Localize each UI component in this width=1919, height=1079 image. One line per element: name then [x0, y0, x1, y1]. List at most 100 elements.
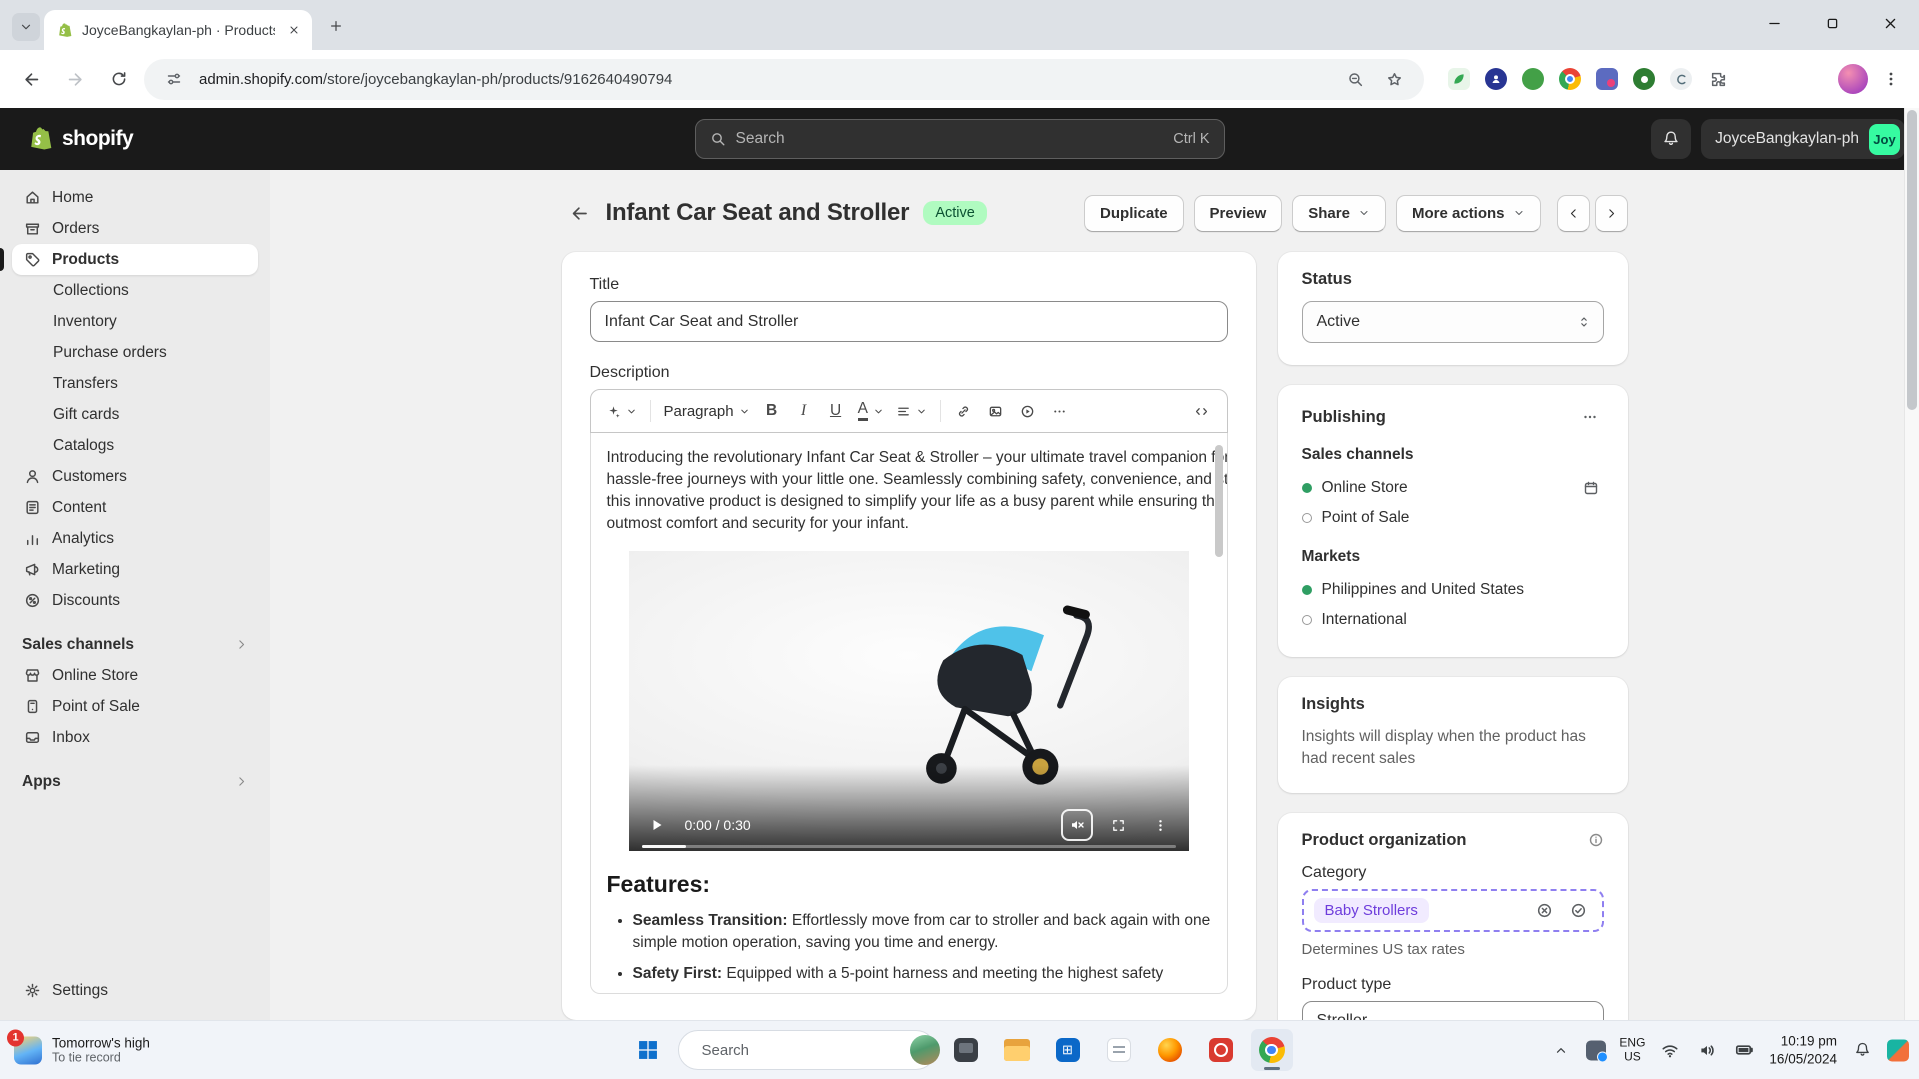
sidebar-item-content[interactable]: Content — [12, 492, 258, 523]
confirm-category-button[interactable] — [1566, 897, 1592, 923]
extension-icon[interactable] — [1444, 64, 1474, 94]
chrome-taskbar-button[interactable] — [1250, 1029, 1293, 1071]
insert-video-button[interactable] — [1013, 395, 1043, 427]
task-view-button[interactable] — [945, 1029, 987, 1071]
browser-reload-button[interactable] — [100, 60, 138, 98]
browser-forward-button[interactable] — [56, 60, 94, 98]
publishing-menu-button[interactable] — [1576, 403, 1604, 431]
more-actions-button[interactable]: More actions — [1395, 194, 1541, 232]
wifi-button[interactable] — [1658, 1038, 1682, 1062]
window-minimize-button[interactable] — [1745, 0, 1803, 46]
clear-category-button[interactable] — [1532, 897, 1558, 923]
admin-search-bar[interactable]: Ctrl K — [694, 119, 1225, 159]
category-tag[interactable]: Baby Strollers — [1313, 897, 1429, 923]
language-switcher[interactable]: ENG US — [1619, 1035, 1645, 1064]
sidebar-item-purchase-orders[interactable]: Purchase orders — [12, 337, 258, 368]
pinned-app-button[interactable] — [1200, 1029, 1242, 1071]
new-tab-button[interactable] — [320, 10, 352, 42]
schedule-button[interactable] — [1578, 475, 1604, 501]
start-button[interactable] — [627, 1029, 669, 1071]
notification-center-button[interactable] — [1850, 1038, 1874, 1062]
sidebar-item-inventory[interactable]: Inventory — [12, 306, 258, 337]
paragraph-style-dropdown[interactable]: Paragraph — [659, 395, 755, 427]
extension-icon[interactable] — [1666, 64, 1696, 94]
firefox-button[interactable] — [1149, 1029, 1191, 1071]
bold-button[interactable]: B — [757, 395, 787, 427]
extension-icon[interactable] — [1592, 64, 1622, 94]
video-menu-button[interactable] — [1147, 811, 1175, 839]
ai-assist-button[interactable] — [601, 395, 642, 427]
url-bar[interactable]: admin.shopify.com/store/joycebangkaylan-… — [144, 58, 1424, 100]
tab-close-button[interactable] — [284, 20, 304, 40]
tray-app-icon[interactable] — [1887, 1039, 1909, 1061]
zoom-indicator-button[interactable] — [1341, 65, 1369, 93]
sidebar-section-apps[interactable]: Apps — [12, 766, 258, 797]
sidebar-item-home[interactable]: Home — [12, 182, 258, 213]
play-button[interactable] — [643, 811, 671, 839]
fullscreen-button[interactable] — [1105, 811, 1133, 839]
sidebar-item-analytics[interactable]: Analytics — [12, 523, 258, 554]
sidebar-item-discounts[interactable]: Discounts — [12, 585, 258, 616]
site-settings-button[interactable] — [160, 65, 188, 93]
sidebar-item-inbox[interactable]: Inbox — [12, 722, 258, 753]
volume-button[interactable] — [1695, 1038, 1719, 1062]
window-maximize-button[interactable] — [1803, 0, 1861, 46]
sidebar-item-point-of-sale[interactable]: Point of Sale — [12, 691, 258, 722]
browser-back-button[interactable] — [12, 60, 50, 98]
mute-button[interactable] — [1060, 809, 1093, 841]
tray-app-icon[interactable] — [1586, 1040, 1609, 1062]
product-video-player[interactable]: 0:00 / 0:30 — [628, 551, 1189, 851]
product-type-input[interactable] — [1301, 1000, 1604, 1020]
sidebar-item-collections[interactable]: Collections — [12, 275, 258, 306]
product-title-input[interactable] — [589, 301, 1228, 342]
duplicate-button[interactable]: Duplicate — [1084, 194, 1184, 232]
share-button[interactable]: Share — [1292, 194, 1386, 232]
hidden-icons-button[interactable] — [1549, 1038, 1573, 1062]
previous-product-button[interactable] — [1556, 194, 1590, 232]
editor-scrollbar-thumb[interactable] — [1214, 445, 1223, 557]
extension-icon[interactable] — [1555, 64, 1585, 94]
description-editor-body[interactable]: Introducing the revolutionary Infant Car… — [589, 433, 1228, 994]
sidebar-item-settings[interactable]: Settings — [12, 975, 258, 1006]
sidebar-item-catalogs[interactable]: Catalogs — [12, 430, 258, 461]
browser-tab[interactable]: JoyceBangkaylan-ph · Products — [44, 10, 312, 50]
taskbar-search-input[interactable] — [701, 1041, 901, 1059]
sidebar-item-orders[interactable]: Orders — [12, 213, 258, 244]
bookmark-button[interactable] — [1380, 65, 1408, 93]
sidebar-item-transfers[interactable]: Transfers — [12, 368, 258, 399]
admin-search-input[interactable] — [735, 130, 1164, 148]
sidebar-item-marketing[interactable]: Marketing — [12, 554, 258, 585]
taskbar-clock[interactable]: 10:19 pm 16/05/2024 — [1769, 1032, 1837, 1067]
sidebar-item-gift-cards[interactable]: Gift cards — [12, 399, 258, 430]
page-scrollbar[interactable] — [1904, 108, 1919, 1020]
taskbar-search[interactable] — [677, 1030, 940, 1070]
text-color-button[interactable]: A — [853, 395, 889, 427]
category-combobox[interactable]: Baby Strollers — [1301, 888, 1604, 932]
tab-search-button[interactable] — [12, 13, 40, 41]
account-menu[interactable]: JoyceBangkaylan-ph Joy — [1701, 119, 1905, 159]
pinned-app-button[interactable] — [1098, 1029, 1140, 1071]
weather-widget[interactable]: 1 Tomorrow's high To tie record — [7, 1029, 150, 1065]
sidebar-item-online-store[interactable]: Online Store — [12, 660, 258, 691]
italic-button[interactable]: I — [789, 395, 819, 427]
extension-icon[interactable] — [1481, 64, 1511, 94]
back-button[interactable] — [562, 195, 598, 231]
code-view-button[interactable] — [1187, 395, 1217, 427]
insert-image-button[interactable] — [981, 395, 1011, 427]
preview-button[interactable]: Preview — [1193, 194, 1283, 232]
scrollbar-thumb[interactable] — [1907, 110, 1917, 410]
insert-link-button[interactable] — [949, 395, 979, 427]
file-explorer-button[interactable] — [996, 1029, 1038, 1071]
sidebar-item-products[interactable]: Products — [0, 244, 258, 275]
notifications-button[interactable] — [1651, 119, 1692, 159]
alignment-button[interactable] — [891, 395, 932, 427]
video-progress-bar[interactable] — [641, 844, 1176, 848]
window-close-button[interactable] — [1861, 0, 1919, 46]
browser-extensions-button[interactable] — [1703, 64, 1733, 94]
underline-button[interactable]: U — [821, 395, 851, 427]
battery-button[interactable] — [1732, 1038, 1756, 1062]
browser-profile-avatar[interactable] — [1838, 64, 1868, 94]
more-formatting-button[interactable] — [1045, 395, 1075, 427]
browser-menu-button[interactable] — [1875, 63, 1907, 95]
status-select[interactable]: Active — [1301, 301, 1604, 343]
